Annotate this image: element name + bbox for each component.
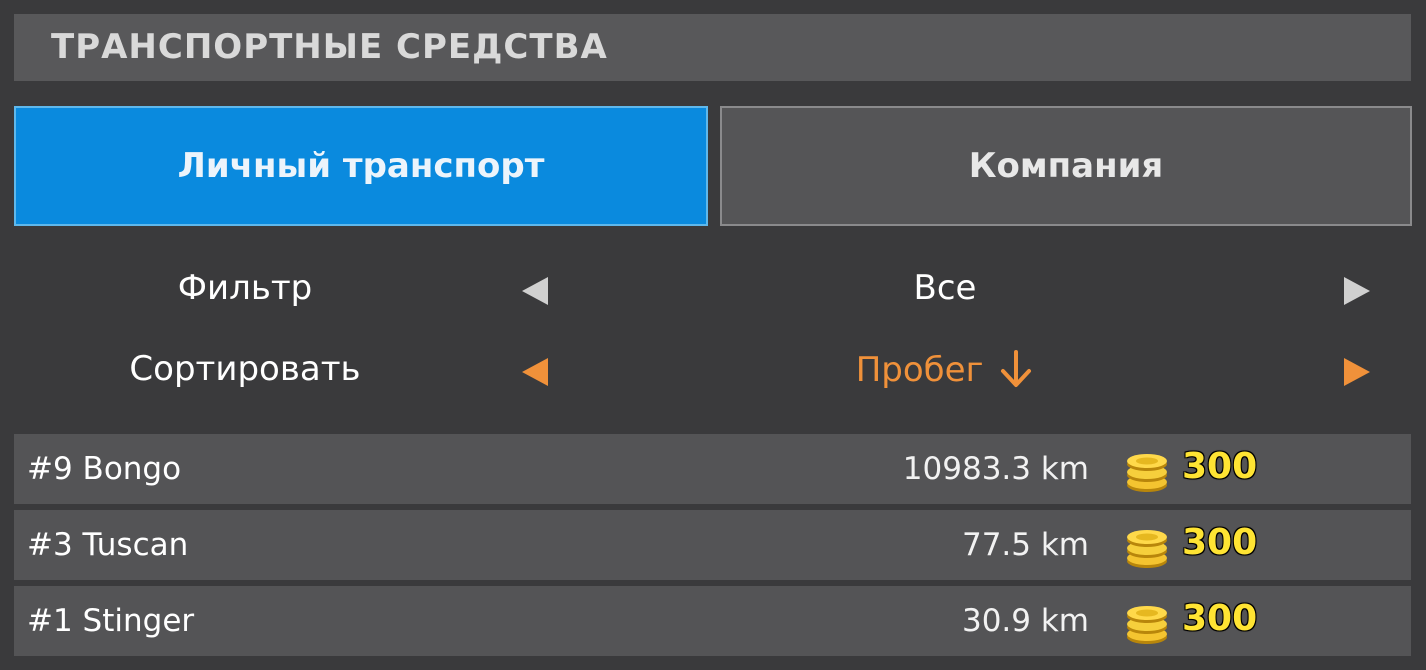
coin-stack-icon [1127,606,1167,644]
arrow-down-icon [1001,350,1032,387]
vehicle-mileage: 77.5 km [961,527,1089,563]
vehicle-price: 300 [1182,446,1258,487]
section-header: ТРАНСПОРТНЫЕ СРЕДСТВА [14,14,1411,81]
filter-label: Фильтр [177,268,313,308]
vehicle-row[interactable]: #1 Stinger 30.9 km 300 [14,586,1411,656]
tab-company-label: Компания [968,146,1164,186]
filter-next-arrow-icon[interactable] [1340,274,1374,308]
vehicle-mileage: 30.9 km [961,603,1089,639]
vehicle-name: #9 Bongo [27,451,182,487]
vehicle-name: #1 Stinger [27,603,195,639]
filter-prev-arrow-icon[interactable] [518,274,552,308]
vehicle-price: 300 [1182,522,1258,563]
vehicle-name: #3 Tuscan [27,527,189,563]
coin-stack-icon [1127,530,1167,568]
sort-prev-arrow-icon[interactable] [518,355,552,389]
sort-label: Сортировать [129,349,361,389]
tab-personal-label: Личный транспорт [177,146,545,186]
sort-value: Пробег [720,349,1170,390]
coin-stack-icon [1127,454,1167,492]
vehicle-mileage: 10983.3 km [902,451,1089,487]
vehicle-price: 300 [1182,598,1258,639]
section-title: ТРАНСПОРТНЫЕ СРЕДСТВА [51,27,608,67]
sort-value-text: Пробег [855,350,984,390]
sort-next-arrow-icon[interactable] [1340,355,1374,389]
tab-company[interactable]: Компания [720,106,1412,226]
vehicle-row[interactable]: #3 Tuscan 77.5 km 300 [14,510,1411,580]
tab-personal-transport[interactable]: Личный транспорт [14,106,708,226]
vehicle-row[interactable]: #9 Bongo 10983.3 km 300 [14,434,1411,504]
filter-value: Все [913,268,977,308]
